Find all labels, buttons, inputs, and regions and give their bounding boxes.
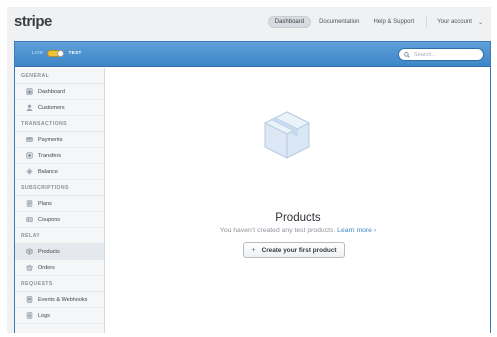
sidebar-section-relay: RELAY <box>15 228 104 244</box>
test-label: TEST <box>68 51 82 56</box>
sidebar-item-orders[interactable]: Orders <box>15 260 104 276</box>
plans-icon <box>26 200 33 207</box>
coupons-icon <box>26 217 33 222</box>
payments-icon <box>26 137 33 142</box>
orders-icon <box>26 264 33 271</box>
browser-frame: stripe Dashboard Documentation Help & Su… <box>7 7 491 333</box>
sidebar-item-label: Events & Webhooks <box>38 296 88 303</box>
stripe-logo[interactable]: stripe <box>14 13 52 30</box>
live-label: LIVE <box>32 51 44 56</box>
sidebar-item-label: Dashboard <box>38 88 65 95</box>
search-box[interactable] <box>398 48 484 61</box>
nav-dashboard[interactable]: Dashboard <box>267 16 312 28</box>
toggle-switch[interactable] <box>47 50 65 57</box>
sidebar-item-coupons[interactable]: Coupons <box>15 212 104 228</box>
plus-icon: + <box>251 246 256 254</box>
sidebar-item-payments[interactable]: Payments <box>15 132 104 148</box>
empty-state-text: You haven’t created any test products. <box>219 227 336 234</box>
dashboard-icon <box>26 88 33 95</box>
nav-help-support[interactable]: Help & Support <box>367 17 420 27</box>
balance-icon <box>26 168 33 175</box>
chevron-down-icon: ⌄ <box>477 19 483 26</box>
sidebar-item-label: Plans <box>38 200 52 207</box>
sidebar-item-label: Orders <box>38 264 55 271</box>
sidebar-section-requests: REQUESTS <box>15 276 104 292</box>
main-content: Products You haven’t created any test pr… <box>106 68 490 333</box>
transfers-icon <box>26 152 33 159</box>
search-input[interactable] <box>414 51 482 58</box>
products-icon <box>26 248 33 255</box>
sidebar-item-transfers[interactable]: Transfers <box>15 148 104 164</box>
mode-bar: LIVE TEST <box>15 42 490 67</box>
sidebar-section-subscriptions: SUBSCRIPTIONS <box>15 180 104 196</box>
sidebar-item-dashboard[interactable]: Dashboard <box>15 84 104 100</box>
sidebar-item-label: Balance <box>38 168 58 175</box>
sidebar-section-general: GENERAL <box>15 68 104 84</box>
create-first-product-label: Create your first product <box>261 246 337 254</box>
sidebar: GENERAL Dashboard Customers TRANSACTIONS… <box>15 68 105 333</box>
customers-icon <box>26 104 33 111</box>
account-menu[interactable]: Your account ⌄ <box>437 19 483 26</box>
dashboard-panel: LIVE TEST GENERAL Dashboard Customers TR… <box>14 41 491 333</box>
create-first-product-button[interactable]: + Create your first product <box>243 242 345 258</box>
empty-state-message: You haven’t created any test products. L… <box>106 227 490 234</box>
top-nav: Dashboard Documentation Help & Support Y… <box>266 16 483 28</box>
sidebar-item-events-webhooks[interactable]: Events & Webhooks <box>15 292 104 308</box>
sidebar-item-label: Transfers <box>38 152 62 159</box>
page-title: Products <box>275 212 321 224</box>
sidebar-section-transactions: TRANSACTIONS <box>15 116 104 132</box>
sidebar-item-label: Products <box>38 248 60 255</box>
search-icon <box>404 51 410 58</box>
live-test-toggle[interactable]: LIVE TEST <box>32 50 82 57</box>
logs-icon <box>26 312 33 319</box>
product-box-icon <box>263 111 311 159</box>
account-label: Your account <box>437 19 472 25</box>
sidebar-item-label: Customers <box>38 104 65 111</box>
sidebar-item-products[interactable]: Products <box>15 244 104 260</box>
nav-divider <box>426 16 428 28</box>
learn-more-link[interactable]: Learn more › <box>337 227 376 234</box>
sidebar-item-label: Payments <box>38 136 63 143</box>
sidebar-item-label: Coupons <box>38 216 61 223</box>
events-icon <box>26 296 33 303</box>
sidebar-item-customers[interactable]: Customers <box>15 100 104 116</box>
sidebar-item-logs[interactable]: Logs <box>15 308 104 324</box>
sidebar-item-plans[interactable]: Plans <box>15 196 104 212</box>
toggle-knob <box>57 50 65 57</box>
sidebar-item-label: Logs <box>38 312 50 319</box>
sidebar-item-balance[interactable]: Balance <box>15 164 104 180</box>
nav-documentation[interactable]: Documentation <box>313 17 365 27</box>
